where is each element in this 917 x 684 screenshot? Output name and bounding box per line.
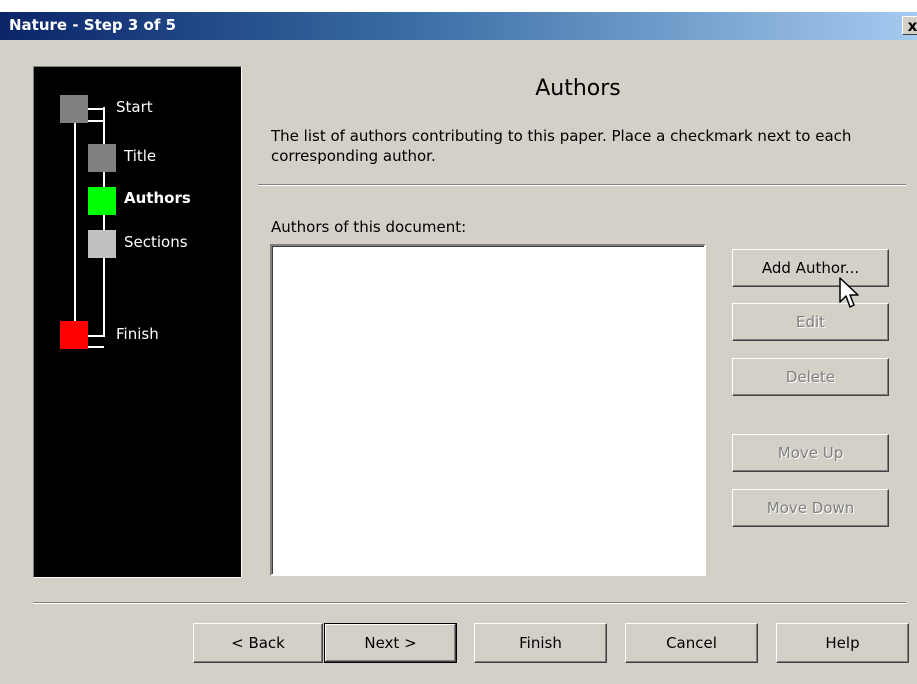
- close-button[interactable]: x: [902, 16, 917, 35]
- step-connector-line: [86, 120, 104, 122]
- step-label-title: Title: [124, 147, 157, 165]
- add-author-button[interactable]: Add Author...: [732, 249, 889, 287]
- step-connector-line: [74, 107, 76, 337]
- authors-list-label: Authors of this document:: [271, 218, 467, 236]
- step-marker-title: [88, 144, 116, 172]
- next-button[interactable]: Next >: [324, 623, 457, 663]
- step-marker-authors: [88, 187, 116, 215]
- footer-divider: [33, 602, 906, 604]
- delete-button[interactable]: Delete: [732, 358, 889, 396]
- step-connector-line: [86, 346, 104, 348]
- move-down-button[interactable]: Move Down: [732, 489, 889, 527]
- step-marker-finish: [60, 321, 88, 349]
- steps-panel: Start Title Authors Sections Finish: [33, 66, 242, 578]
- window-title: Nature - Step 3 of 5: [9, 16, 177, 34]
- wizard-window: Nature - Step 3 of 5 x Start Title Autho…: [0, 12, 917, 684]
- step-label-sections: Sections: [124, 233, 188, 251]
- move-up-button[interactable]: Move Up: [732, 434, 889, 472]
- step-marker-sections: [88, 230, 116, 258]
- step-label-start: Start: [116, 98, 153, 116]
- authors-list[interactable]: [270, 244, 706, 576]
- step-connector-line: [103, 107, 105, 337]
- help-button[interactable]: Help: [776, 623, 909, 663]
- back-button[interactable]: < Back: [193, 623, 323, 663]
- edit-button[interactable]: Edit: [732, 303, 889, 341]
- step-label-authors: Authors: [124, 189, 191, 207]
- page-heading: Authors: [535, 76, 621, 101]
- page-description: The list of authors contributing to this…: [271, 127, 852, 165]
- finish-button[interactable]: Finish: [474, 623, 607, 663]
- title-bar[interactable]: Nature - Step 3 of 5 x: [0, 12, 917, 40]
- close-icon: x: [907, 17, 917, 35]
- header-divider: [258, 184, 906, 186]
- mouse-pointer-icon: [839, 277, 859, 308]
- step-marker-start: [60, 95, 88, 123]
- cancel-button[interactable]: Cancel: [625, 623, 758, 663]
- step-label-finish: Finish: [116, 325, 159, 343]
